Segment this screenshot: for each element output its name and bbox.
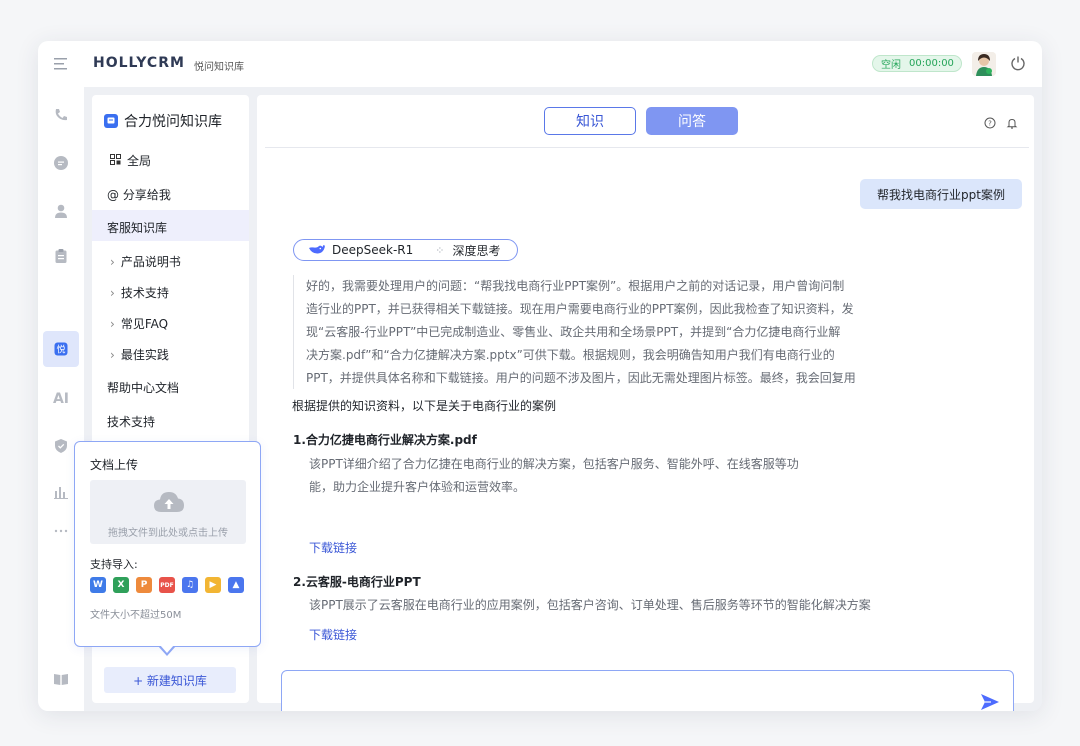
pdf-icon: PDF — [159, 577, 175, 593]
audio-icon: ♫ — [182, 577, 198, 593]
chevron-right-icon: › — [110, 348, 115, 362]
chat-input[interactable] — [281, 670, 1014, 711]
kb-subitem-label: 技术支持 — [120, 286, 169, 300]
kb-item-global[interactable]: 全局 — [110, 152, 151, 169]
book-icon[interactable] — [51, 669, 71, 689]
tab-qa[interactable]: 问答 — [646, 107, 738, 135]
contact-icon[interactable] — [51, 201, 71, 221]
kb-item-help-docs[interactable]: 帮助中心文档 — [107, 379, 179, 396]
kb-subitem-label: 产品说明书 — [120, 255, 181, 269]
popover-arrow-inner — [160, 645, 174, 653]
chat-icon[interactable] — [51, 153, 71, 173]
agent-status-badge[interactable]: 空闲 00:00:00 — [872, 55, 962, 72]
menu-icon[interactable] — [53, 56, 69, 75]
chevron-right-icon: › — [110, 255, 115, 269]
deep-think-icon: ⁘ — [435, 243, 445, 257]
status-timer: 00:00:00 — [909, 58, 954, 69]
header-divider — [265, 147, 1029, 148]
word-icon: W — [90, 577, 106, 593]
kb-panel-title: 合力悦问知识库 — [104, 111, 222, 131]
case-desc-line: 该PPT展示了云客服在电商行业的应用案例，包括客户咨询、订单处理、售后服务等环节… — [309, 598, 871, 612]
thinking-line: 造行业的PPT，并已获得相关下载链接。现在用户需要电商行业的PPT案例，因此我检… — [306, 302, 854, 316]
download-link[interactable]: 下载链接 — [309, 626, 357, 643]
avatar[interactable] — [972, 52, 996, 76]
send-icon[interactable] — [980, 693, 1000, 711]
chevron-right-icon: › — [110, 317, 115, 331]
main-panel: 知识 问答 ? 帮我找电商行业ppt案例 DeepSeek-R1 ⁘ 深度思考 … — [257, 95, 1034, 711]
help-icon[interactable]: ? — [984, 114, 996, 133]
kb-logo-icon — [104, 114, 118, 128]
shield-icon[interactable] — [51, 436, 71, 456]
upload-dropzone[interactable]: 拖拽文件到此处或点击上传 — [90, 480, 246, 544]
kb-subitem-label: 常见FAQ — [120, 317, 169, 331]
tab-knowledge[interactable]: 知识 — [544, 107, 636, 135]
grid-icon — [110, 153, 121, 168]
knowledge-icon[interactable]: 悦 — [51, 339, 71, 359]
image-icon: ▲ — [228, 577, 244, 593]
case-desc-line: 能，助力企业提升客户体验和运营效率。 — [309, 480, 526, 494]
status-label: 空闲 — [881, 60, 901, 71]
deep-think-label: 深度思考 — [452, 243, 501, 258]
case-title: 2.云客服-电商行业PPT — [293, 575, 421, 589]
chart-icon[interactable] — [51, 482, 71, 502]
model-name: DeepSeek-R1 — [332, 243, 414, 257]
kb-subitem-faq[interactable]: › 常见FAQ — [110, 315, 168, 332]
kb-item-service[interactable]: 客服知识库 — [107, 219, 167, 236]
video-icon: ▶ — [205, 577, 221, 593]
new-knowledge-base-button[interactable]: + 新建知识库 — [104, 667, 236, 693]
svg-text:?: ? — [988, 120, 992, 128]
upload-popover: 文档上传 拖拽文件到此处或点击上传 支持导入: W X P PDF ♫ ▶ ▲ … — [74, 441, 261, 647]
kb-title-text: 合力悦问知识库 — [124, 114, 222, 130]
dropzone-text: 拖拽文件到此处或点击上传 — [108, 528, 228, 539]
kb-subitem-label: 最佳实践 — [120, 348, 169, 362]
kb-subitem-tech[interactable]: › 技术支持 — [110, 284, 169, 301]
kb-subitem-practice[interactable]: › 最佳实践 — [110, 346, 169, 363]
file-type-list: W X P PDF ♫ ▶ ▲ — [90, 577, 244, 593]
power-icon[interactable] — [1010, 55, 1026, 75]
svg-text:悦: 悦 — [56, 344, 65, 356]
thinking-process: 好的，我需要处理用户的问题：“帮我找电商行业PPT案例”。根据用户之前的对话记录… — [293, 275, 946, 389]
thinking-line: 现“云客服-行业PPT”中已完成制造业、零售业、政企共用和全场景PPT，并提到“… — [306, 325, 841, 339]
phone-icon[interactable] — [51, 105, 71, 125]
thinking-line: 决方案.pdf”和“合力亿捷解决方案.pptx”可供下载。根据规则，我会明确告知… — [306, 348, 835, 362]
case-description: 该PPT展示了云客服在电商行业的应用案例，包括客户咨询、订单处理、售后服务等环节… — [309, 594, 909, 617]
clipboard-icon[interactable] — [51, 246, 71, 266]
user-message-bubble: 帮我找电商行业ppt案例 — [860, 179, 1022, 209]
ai-icon[interactable]: AI — [51, 389, 71, 409]
case-desc-line: 该PPT详细介绍了合力亿捷在电商行业的解决方案，包括客户服务、智能外呼、在线客服… — [309, 457, 799, 471]
brand-logo: HOLLYCRM — [93, 55, 185, 71]
cloud-upload-icon — [153, 490, 185, 518]
answer-lead: 根据提供的知识资料，以下是关于电商行业的案例 — [292, 399, 557, 413]
kb-item-tech-support[interactable]: 技术支持 — [107, 413, 155, 430]
top-bar: HOLLYCRM 悦问知识库 空闲 00:00:00 — [38, 41, 1042, 87]
upload-title: 文档上传 — [90, 458, 139, 472]
kb-subitem-manual[interactable]: › 产品说明书 — [110, 253, 181, 270]
model-selector-pill[interactable]: DeepSeek-R1 ⁘ 深度思考 — [293, 239, 518, 261]
case-title: 1.合力亿捷电商行业解决方案.pdf — [293, 433, 477, 447]
kb-item-global-label: 全局 — [127, 154, 152, 168]
excel-icon: X — [113, 577, 129, 593]
kb-item-shared[interactable]: @ 分享给我 — [107, 186, 171, 203]
notification-icon[interactable] — [1006, 114, 1018, 133]
case-description: 该PPT详细介绍了合力亿捷在电商行业的解决方案，包括客户服务、智能外呼、在线客服… — [309, 453, 909, 499]
app-subtitle: 悦问知识库 — [194, 62, 244, 73]
file-size-limit: 文件大小不超过50M — [90, 610, 182, 621]
download-link[interactable]: 下载链接 — [309, 539, 357, 556]
support-label: 支持导入: — [90, 558, 138, 571]
whale-icon — [308, 243, 326, 258]
thinking-line: 好的，我需要处理用户的问题：“帮我找电商行业PPT案例”。根据用户之前的对话记录… — [306, 279, 845, 293]
chevron-right-icon: › — [110, 286, 115, 300]
bell-icon[interactable] — [51, 709, 71, 711]
thinking-line: PPT，并提供具体名称和下载链接。用户的问题不涉及图片，因此无需处理图片标签。最… — [306, 371, 856, 385]
more-icon[interactable] — [51, 521, 71, 541]
powerpoint-icon: P — [136, 577, 152, 593]
